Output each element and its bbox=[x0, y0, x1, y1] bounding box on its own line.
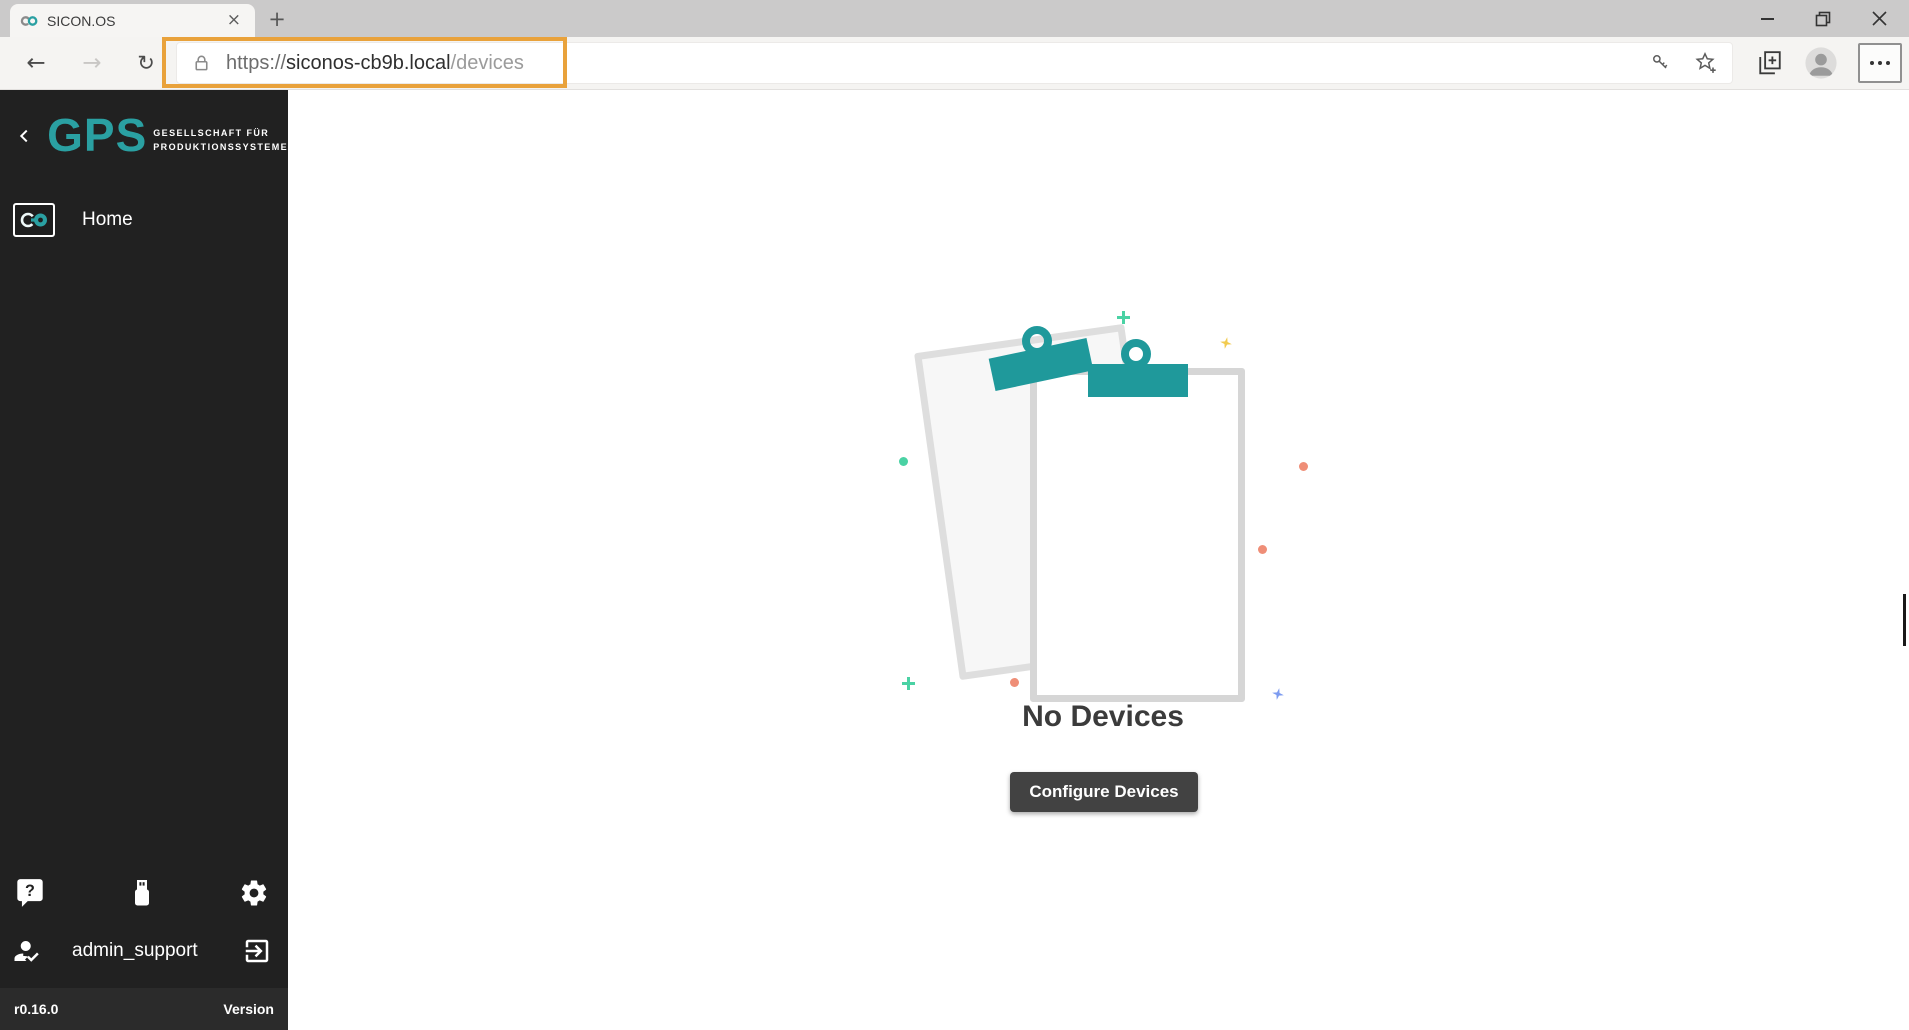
forward-button: → bbox=[72, 37, 112, 89]
usb-button[interactable] bbox=[120, 876, 164, 910]
sidebar: GPS GESELLSCHAFT FÜR PRODUKTIONSSYSTEME … bbox=[0, 90, 288, 1030]
browser-menu-button[interactable] bbox=[1858, 43, 1902, 83]
clipboard-front bbox=[1030, 368, 1245, 702]
more-dot bbox=[1886, 61, 1890, 65]
brand-subtitle: GESELLSCHAFT FÜR PRODUKTIONSSYSTEME bbox=[153, 117, 288, 154]
window-restore-button[interactable] bbox=[1795, 0, 1851, 37]
brand-subtitle-line1: GESELLSCHAFT FÜR bbox=[153, 128, 269, 138]
window-minimize-button[interactable] bbox=[1739, 0, 1795, 37]
cursor-artifact bbox=[1903, 594, 1906, 646]
usb-icon bbox=[130, 878, 154, 908]
brand-logo: GPS GESELLSCHAFT FÜR PRODUKTIONSSYSTEME bbox=[47, 115, 288, 156]
configure-devices-button[interactable]: Configure Devices bbox=[1010, 772, 1198, 812]
logout-icon[interactable] bbox=[242, 936, 272, 966]
sidebar-item-home[interactable]: Home bbox=[0, 198, 288, 242]
sidebar-user-row: admin_support bbox=[0, 936, 288, 966]
close-icon bbox=[1872, 11, 1887, 26]
confetti-sparkle bbox=[1219, 336, 1233, 350]
window-controls bbox=[1739, 0, 1907, 37]
favorite-star-button[interactable] bbox=[1694, 51, 1718, 75]
tab-strip: SICON.OS × + bbox=[0, 0, 1909, 37]
reload-button[interactable]: ↻ bbox=[126, 37, 166, 89]
minimize-icon bbox=[1761, 18, 1774, 20]
gear-icon bbox=[239, 878, 269, 908]
confetti-plus bbox=[902, 677, 915, 690]
tab-close-icon[interactable]: × bbox=[223, 10, 245, 31]
window-close-button[interactable] bbox=[1851, 0, 1907, 37]
sidebar-tools: ? bbox=[0, 876, 288, 910]
confetti-plus bbox=[1117, 311, 1130, 324]
more-dot bbox=[1870, 61, 1874, 65]
confetti-dot bbox=[899, 457, 908, 466]
profile-button[interactable] bbox=[1803, 45, 1839, 81]
url-host: siconos-cb9b.local bbox=[286, 52, 451, 74]
main-content: No Devices Configure Devices bbox=[288, 90, 1909, 1030]
browser-toolbar: ← → ↻ https://siconos-cb9b.local/devices bbox=[0, 37, 1909, 90]
sicon-favicon-icon bbox=[20, 12, 38, 30]
brand-name: GPS bbox=[47, 115, 147, 156]
empty-state-title: No Devices bbox=[903, 700, 1303, 734]
confetti-sparkle bbox=[1271, 687, 1285, 701]
user-name: admin_support bbox=[72, 940, 242, 962]
help-button[interactable]: ? bbox=[8, 876, 52, 910]
sidebar-header: GPS GESELLSCHAFT FÜR PRODUKTIONSSYSTEME bbox=[0, 90, 288, 166]
browser-tab[interactable]: SICON.OS × bbox=[10, 4, 255, 37]
collapse-chevron-icon[interactable] bbox=[18, 123, 31, 149]
help-icon: ? bbox=[16, 878, 44, 908]
brand-subtitle-line2: PRODUKTIONSSYSTEME bbox=[153, 142, 288, 152]
collections-button[interactable] bbox=[1752, 45, 1788, 81]
confetti-dot bbox=[1299, 462, 1308, 471]
url-scheme: https:// bbox=[226, 52, 286, 74]
back-button[interactable]: ← bbox=[16, 37, 56, 89]
collections-icon bbox=[1757, 50, 1783, 76]
confetti-dot bbox=[1010, 678, 1019, 687]
sidebar-item-label: Home bbox=[82, 209, 133, 231]
new-tab-button[interactable]: + bbox=[263, 5, 291, 33]
more-dot bbox=[1878, 61, 1882, 65]
url-path: /devices bbox=[451, 52, 524, 74]
confetti-dot bbox=[1258, 545, 1267, 554]
restore-icon bbox=[1815, 11, 1831, 27]
sidebar-spacer bbox=[0, 242, 288, 876]
svg-text:?: ? bbox=[25, 882, 35, 900]
version-label: Version bbox=[223, 1001, 274, 1017]
avatar-icon bbox=[1804, 46, 1838, 80]
home-logo-icon bbox=[13, 203, 55, 237]
user-check-icon bbox=[12, 936, 42, 966]
url-text: https://siconos-cb9b.local/devices bbox=[226, 52, 524, 75]
settings-button[interactable] bbox=[232, 876, 276, 910]
star-add-icon bbox=[1694, 51, 1718, 75]
address-bar[interactable]: https://siconos-cb9b.local/devices bbox=[176, 42, 1733, 84]
password-key-button[interactable] bbox=[1650, 52, 1672, 74]
tab-title: SICON.OS bbox=[47, 13, 223, 29]
clipboard-front-clip bbox=[1088, 364, 1188, 397]
version-bar: r0.16.0 Version bbox=[0, 988, 288, 1030]
version-value: r0.16.0 bbox=[14, 1001, 58, 1017]
key-icon bbox=[1650, 52, 1672, 74]
lock-icon bbox=[191, 53, 212, 74]
